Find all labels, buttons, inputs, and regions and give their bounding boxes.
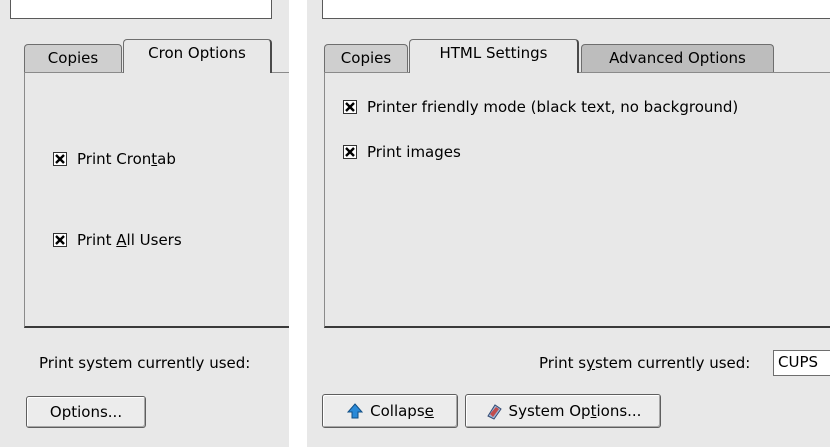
top-field-edge xyxy=(10,0,272,19)
check-x-icon xyxy=(55,235,65,245)
collapse-button[interactable]: Collapse xyxy=(322,394,458,428)
top-field-edge xyxy=(322,0,830,19)
cron-options-page: Print Crontab Print All Users xyxy=(24,72,289,328)
tab-html-settings[interactable]: HTML Settings xyxy=(409,39,579,73)
print-all-users-checkbox-row[interactable]: Print All Users xyxy=(53,231,182,249)
printer-friendly-checkbox[interactable] xyxy=(343,100,357,114)
left-dialog-panel: Copies Cron Options Print Crontab Print … xyxy=(0,0,289,447)
check-x-icon xyxy=(345,102,355,112)
options-button[interactable]: Options... xyxy=(26,396,146,428)
right-dialog-panel: Copies HTML Settings Advanced Options Pr… xyxy=(307,0,830,447)
print-system-label: Print system currently used: xyxy=(539,354,751,372)
tab-copies[interactable]: Copies xyxy=(24,44,122,72)
check-x-icon xyxy=(55,154,65,164)
system-options-button[interactable]: System Options... xyxy=(465,394,661,428)
print-crontab-checkbox[interactable] xyxy=(53,152,67,166)
print-all-users-label: Print All Users xyxy=(77,231,182,249)
print-images-checkbox-row[interactable]: Print images xyxy=(343,143,461,161)
print-images-label: Print images xyxy=(367,143,461,161)
print-system-label: Print system currently used: xyxy=(39,354,251,372)
up-arrow-icon xyxy=(346,402,364,420)
tab-copies[interactable]: Copies xyxy=(324,44,408,72)
print-crontab-label: Print Crontab xyxy=(77,150,176,168)
collapse-label: Collapse xyxy=(370,402,434,420)
print-images-checkbox[interactable] xyxy=(343,145,357,159)
html-settings-page: Printer friendly mode (black text, no ba… xyxy=(324,72,830,328)
printer-friendly-label: Printer friendly mode (black text, no ba… xyxy=(367,98,739,116)
printer-friendly-checkbox-row[interactable]: Printer friendly mode (black text, no ba… xyxy=(343,98,738,116)
print-crontab-checkbox-row[interactable]: Print Crontab xyxy=(53,150,176,168)
tab-advanced-options[interactable]: Advanced Options xyxy=(581,44,774,72)
print-all-users-checkbox[interactable] xyxy=(53,233,67,247)
system-options-label: System Options... xyxy=(508,402,642,420)
check-x-icon xyxy=(345,147,355,157)
print-system-value-field: CUPS xyxy=(773,350,830,376)
printer-icon xyxy=(485,402,503,420)
tab-cron-options[interactable]: Cron Options xyxy=(123,39,272,73)
